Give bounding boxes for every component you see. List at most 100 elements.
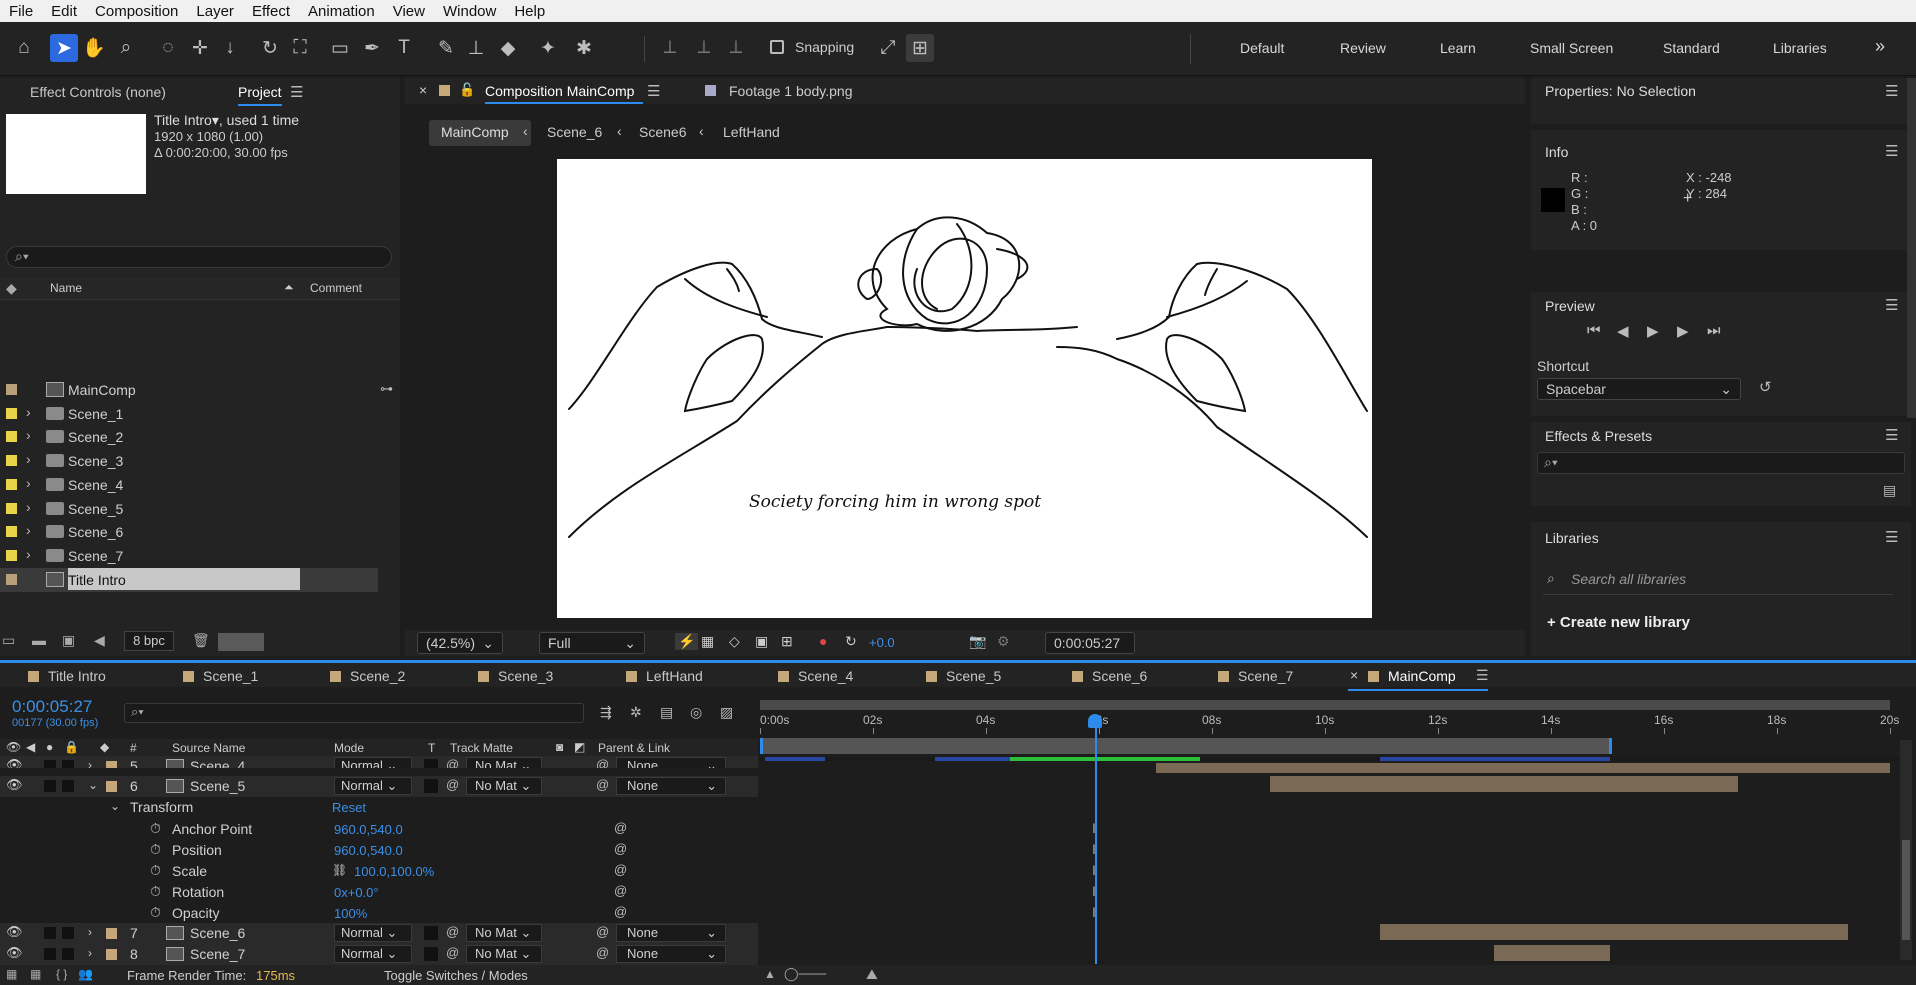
spiral-icon[interactable]: @ — [446, 757, 459, 768]
home-icon[interactable]: ⌂ — [10, 34, 38, 62]
lock-toggle[interactable] — [62, 760, 74, 768]
preview-menu-icon[interactable]: ☰ — [1885, 296, 1898, 314]
menu-edit[interactable]: Edit — [42, 3, 86, 20]
preserve-transparency-toggle[interactable] — [424, 779, 438, 793]
timeline-tab[interactable]: Scene_1 — [203, 668, 258, 684]
pan-behind-icon[interactable]: ⛶ — [286, 34, 314, 62]
project-item[interactable]: Title Intro — [0, 567, 378, 592]
axis-view-icon[interactable]: ⟂ — [722, 34, 750, 62]
parent-pickwhip-icon[interactable]: @ — [596, 777, 609, 792]
property-value[interactable]: 960.0,540.0 — [334, 822, 403, 837]
brush-tool-icon[interactable]: ✎ — [432, 34, 460, 62]
menu-animation[interactable]: Animation — [299, 3, 384, 20]
zoom-tool-icon[interactable]: ⌕ — [112, 34, 140, 62]
layer-bar-scene-5[interactable] — [1270, 776, 1738, 792]
spiral-icon[interactable]: @ — [446, 924, 459, 939]
layer-source-name[interactable]: Scene_4 — [190, 758, 245, 768]
expand-duration-icon[interactable]: 👥 — [78, 967, 93, 981]
last-frame-icon[interactable]: ⏭ — [1707, 322, 1721, 339]
chevron-right-icon[interactable]: › — [88, 925, 92, 939]
timeline-tab[interactable]: Title Intro — [48, 668, 106, 684]
timeline-menu-icon[interactable]: ☰ — [1476, 667, 1489, 684]
menu-window[interactable]: Window — [434, 3, 505, 20]
project-item[interactable]: › Scene_3 — [0, 449, 378, 473]
label-swatch[interactable] — [6, 478, 17, 490]
snapshot-icon[interactable]: 📷 — [969, 633, 986, 650]
chevron-right-icon[interactable]: › — [26, 404, 31, 420]
label-swatch[interactable] — [6, 526, 17, 538]
rotate-tool-icon[interactable]: ↻ — [256, 34, 284, 62]
project-item[interactable]: MainComp ⊶ — [0, 378, 393, 402]
chevron-right-icon[interactable]: › — [26, 475, 31, 491]
property-value[interactable]: 0x+0.0° — [334, 885, 379, 900]
label-swatch[interactable] — [6, 407, 17, 419]
stopwatch-icon[interactable]: ⏱ — [150, 841, 161, 858]
lock-toggle[interactable] — [62, 780, 74, 792]
snap-grid-icon[interactable]: ⊞ — [906, 34, 934, 62]
preserve-transparency-toggle[interactable] — [424, 926, 438, 940]
resolution-dropdown[interactable]: Full ⌄ — [539, 632, 645, 654]
project-item[interactable]: › Scene_1 — [0, 402, 378, 426]
layer-row[interactable]: 👁 › 8 Scene_7 Normal ⌄ @ No Mat ⌄ @ None ⌄ — [0, 944, 758, 965]
label-swatch[interactable] — [6, 431, 17, 443]
parent-pickwhip-icon[interactable]: @ — [596, 945, 609, 960]
viewer-timecode[interactable]: 0:00:05:27 — [1045, 632, 1135, 654]
label-swatch[interactable] — [6, 573, 17, 585]
libraries-search-input[interactable]: Search all libraries — [1571, 571, 1686, 587]
show-snapshot-icon[interactable]: ⚙ — [997, 633, 1010, 650]
clone-stamp-icon[interactable]: ⊥ — [462, 34, 490, 62]
transform-label[interactable]: Transform — [130, 799, 193, 815]
type-tool-icon[interactable]: T — [390, 34, 418, 62]
chevron-right-icon[interactable]: › — [26, 451, 31, 467]
viewer-menu-icon[interactable]: ☰ — [647, 82, 660, 100]
stopwatch-icon[interactable]: ⏱ — [150, 904, 161, 921]
solo-toggle[interactable] — [44, 948, 56, 960]
col-parent-link[interactable]: Parent & Link — [598, 741, 670, 755]
zoom-slider[interactable]: ◯─── — [784, 966, 826, 982]
workspace-standard[interactable]: Standard — [1663, 40, 1720, 56]
comp-flowchart-icon[interactable]: ⇶ — [600, 704, 612, 721]
menu-file[interactable]: File — [0, 3, 42, 20]
layer-label-swatch[interactable] — [106, 781, 117, 792]
layer-label-swatch[interactable] — [106, 761, 117, 768]
label-swatch[interactable] — [6, 549, 17, 561]
property-value[interactable]: 100% — [334, 906, 367, 921]
property-value[interactable]: 100.0,100.0% — [354, 864, 434, 879]
timeline-tab[interactable]: Scene_4 — [798, 668, 853, 684]
workspace-overflow-icon[interactable]: » — [1875, 36, 1885, 57]
layer-row[interactable]: 👁 › 7 Scene_6 Normal ⌄ @ No Mat ⌄ @ None ⌄ — [0, 923, 758, 944]
solo-toggle[interactable] — [44, 760, 56, 768]
stopwatch-icon[interactable]: ⏱ — [150, 883, 161, 900]
mode-dropdown[interactable]: Normal ⌄ — [334, 757, 412, 768]
track-matte-dropdown[interactable]: No Mat ⌄ — [466, 945, 542, 963]
snapping-checkbox[interactable] — [770, 40, 784, 54]
orbit-camera-icon[interactable]: ◌ — [154, 34, 182, 62]
transparency-grid-icon[interactable]: ▦ — [701, 633, 714, 650]
workspace-small-screen[interactable]: Small Screen — [1530, 40, 1613, 56]
reset-exposure-icon[interactable]: ↻ — [845, 633, 857, 650]
expression-pickwhip-icon[interactable]: @ — [614, 883, 627, 898]
col-comment[interactable]: Comment — [310, 281, 362, 295]
zoom-dropdown[interactable]: (42.5%) ⌄ — [417, 632, 503, 654]
chevron-right-icon[interactable]: › — [26, 499, 31, 515]
flowchart-icon[interactable]: ⊶ — [380, 381, 393, 397]
expand-switches-icon[interactable]: ▦ — [30, 967, 41, 981]
draft-3d-icon[interactable]: ✲ — [630, 704, 642, 721]
panel-menu-icon[interactable]: ☰ — [290, 83, 303, 101]
roto-brush-icon[interactable]: ✦ — [534, 34, 562, 62]
timeline-tab[interactable]: Scene_5 — [946, 668, 1001, 684]
parent-pickwhip-icon[interactable]: @ — [596, 757, 609, 768]
tab-footage[interactable]: Footage 1 body.png — [729, 83, 853, 99]
timeline-search-input[interactable]: ⌕▾ — [124, 703, 584, 723]
expression-pickwhip-icon[interactable]: @ — [614, 862, 627, 877]
workspace-learn[interactable]: Learn — [1440, 40, 1476, 56]
preserve-transparency-toggle[interactable] — [424, 759, 438, 768]
col-mode[interactable]: Mode — [334, 741, 364, 755]
parent-pickwhip-icon[interactable]: @ — [596, 924, 609, 939]
layer-row[interactable]: 👁 › 5 Scene_4 Normal ⌄ @ No Mat ⌄ @ None ⌄ — [0, 756, 758, 768]
timeline-scrollbar[interactable] — [1900, 740, 1912, 960]
col-source-name[interactable]: Source Name — [172, 741, 245, 755]
label-swatch[interactable] — [6, 455, 17, 467]
interpret-footage-icon[interactable]: ▭ — [2, 632, 15, 649]
mode-dropdown[interactable]: Normal ⌄ — [334, 777, 412, 795]
